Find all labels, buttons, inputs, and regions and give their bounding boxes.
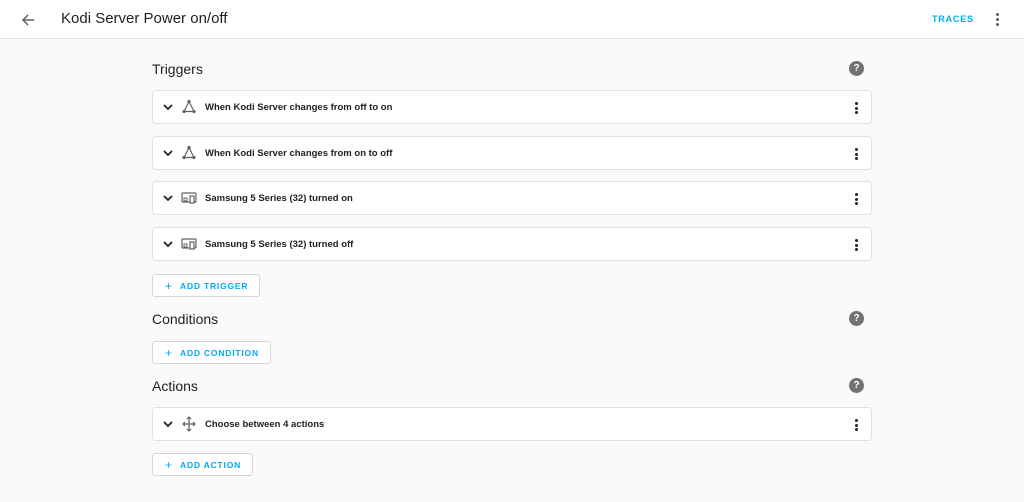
chevron-down-icon[interactable] bbox=[162, 418, 174, 430]
trigger-card[interactable]: When Kodi Server changes from off to on bbox=[152, 90, 872, 124]
conditions-title: Conditions bbox=[152, 311, 219, 327]
plus-icon: + bbox=[165, 457, 173, 472]
add-action-label: ADD ACTION bbox=[180, 459, 242, 470]
device-icon bbox=[181, 192, 197, 204]
add-trigger-label: ADD TRIGGER bbox=[180, 280, 249, 291]
state-icon bbox=[182, 145, 196, 160]
plus-icon: + bbox=[165, 278, 173, 293]
trigger-label: When Kodi Server changes from on to off bbox=[205, 148, 393, 159]
trigger-card[interactable]: Samsung 5 Series (32) turned on bbox=[152, 181, 872, 215]
conditions-help-icon[interactable]: ? bbox=[849, 311, 864, 326]
plus-icon: + bbox=[165, 345, 173, 360]
choose-icon bbox=[182, 416, 196, 432]
triggers-help-icon[interactable]: ? bbox=[849, 61, 864, 76]
trigger-card[interactable]: When Kodi Server changes from on to off bbox=[152, 136, 872, 170]
trigger-label: Samsung 5 Series (32) turned off bbox=[205, 239, 354, 250]
chevron-down-icon[interactable] bbox=[162, 147, 174, 159]
chevron-down-icon[interactable] bbox=[162, 238, 174, 250]
add-condition-button[interactable]: + ADD CONDITION bbox=[152, 341, 271, 364]
trigger-label: When Kodi Server changes from off to on bbox=[205, 102, 393, 113]
trigger-menu-icon[interactable] bbox=[853, 237, 859, 253]
triggers-title: Triggers bbox=[152, 61, 203, 77]
device-icon bbox=[181, 238, 197, 250]
traces-button[interactable]: TRACES bbox=[932, 14, 974, 24]
actions-help-icon[interactable]: ? bbox=[849, 378, 864, 393]
trigger-label: Samsung 5 Series (32) turned on bbox=[205, 193, 353, 204]
action-card[interactable]: Choose between 4 actions bbox=[152, 407, 872, 441]
triggers-header: Triggers ? bbox=[152, 61, 872, 81]
back-arrow-icon[interactable] bbox=[17, 9, 39, 31]
action-label: Choose between 4 actions bbox=[205, 419, 325, 430]
trigger-card[interactable]: Samsung 5 Series (32) turned off bbox=[152, 227, 872, 261]
actions-header: Actions ? bbox=[152, 378, 872, 398]
trigger-menu-icon[interactable] bbox=[853, 146, 859, 162]
state-icon bbox=[182, 99, 196, 114]
action-menu-icon[interactable] bbox=[853, 417, 859, 433]
actions-title: Actions bbox=[152, 378, 198, 394]
add-action-button[interactable]: + ADD ACTION bbox=[152, 453, 254, 476]
add-condition-label: ADD CONDITION bbox=[180, 347, 259, 358]
overflow-menu-icon[interactable] bbox=[989, 10, 1005, 28]
chevron-down-icon[interactable] bbox=[162, 192, 174, 204]
page-title: Kodi Server Power on/off bbox=[61, 10, 228, 27]
chevron-down-icon[interactable] bbox=[162, 101, 174, 113]
conditions-header: Conditions ? bbox=[152, 311, 872, 331]
top-app-bar: Kodi Server Power on/off TRACES bbox=[0, 0, 1024, 39]
trigger-menu-icon[interactable] bbox=[853, 191, 859, 207]
trigger-menu-icon[interactable] bbox=[853, 100, 859, 116]
add-trigger-button[interactable]: + ADD TRIGGER bbox=[152, 274, 261, 297]
